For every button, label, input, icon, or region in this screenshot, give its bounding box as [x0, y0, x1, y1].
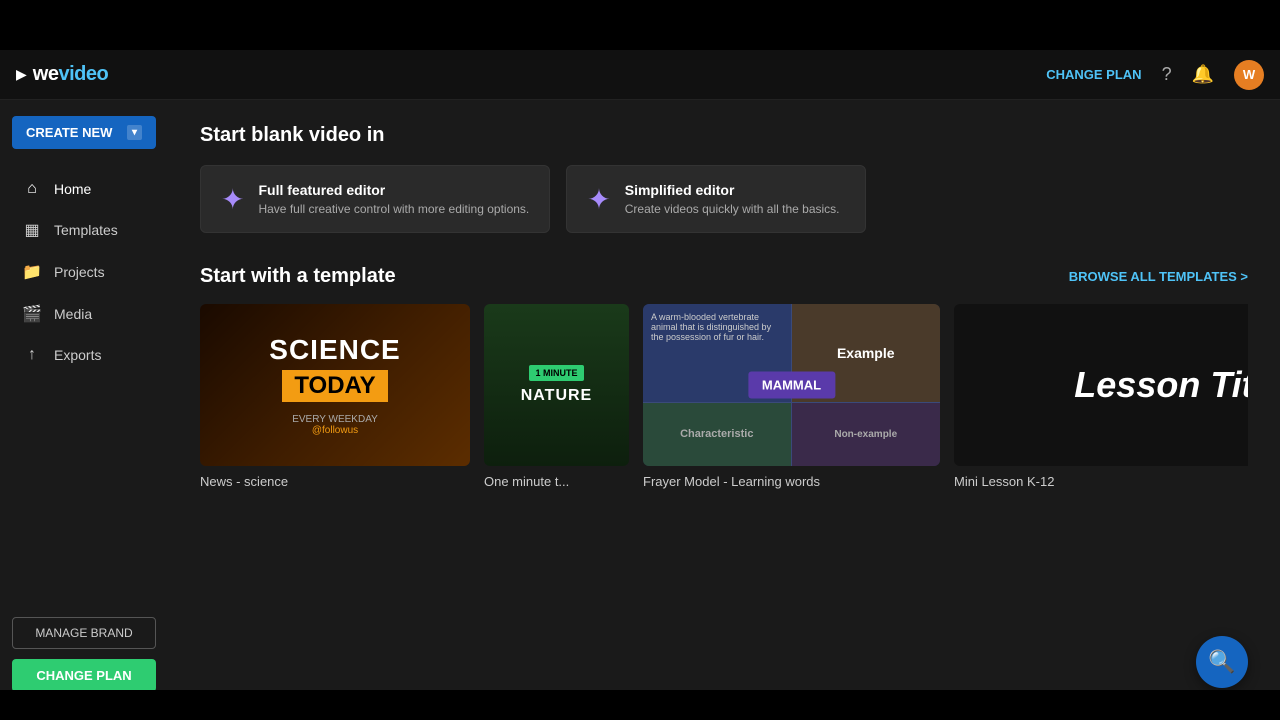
- change-plan-button[interactable]: CHANGE PLAN: [12, 659, 156, 692]
- template-label-mini-lesson: Mini Lesson K-12: [954, 474, 1248, 489]
- sidebar-top: CREATE NEW ▾ ⌂ Home ▦ Templates 📁 Projec…: [0, 116, 168, 375]
- full-editor-info: Full featured editor Have full creative …: [258, 182, 529, 216]
- header-right: CHANGE PLAN ? 🔔 W: [1046, 60, 1264, 90]
- frayer-thumbnail: A warm-blooded vertebrate animal that is…: [643, 304, 940, 466]
- templates-header: Start with a template BROWSE ALL TEMPLAT…: [200, 265, 1248, 288]
- frayer-characteristic: Characteristic: [643, 403, 792, 467]
- projects-icon: 📁: [22, 262, 42, 282]
- bell-icon[interactable]: 🔔: [1192, 64, 1214, 85]
- start-blank-title: Start blank video in: [200, 124, 1248, 147]
- simplified-editor-title: Simplified editor: [625, 182, 840, 198]
- news-today-text: TODAY: [282, 370, 387, 402]
- nature-text: NATURE: [521, 387, 592, 405]
- create-new-button[interactable]: CREATE NEW ▾: [12, 116, 156, 149]
- templates-icon: ▦: [22, 220, 42, 240]
- header-change-plan-link[interactable]: CHANGE PLAN: [1046, 67, 1141, 82]
- sidebar-item-home-label: Home: [54, 181, 91, 197]
- full-editor-icon: ✦: [221, 183, 244, 216]
- sidebar: CREATE NEW ▾ ⌂ Home ▦ Templates 📁 Projec…: [0, 100, 168, 720]
- lesson-thumbnail: Lesson Title: [954, 304, 1248, 466]
- exports-icon: ↑: [22, 346, 42, 364]
- template-card-mini-lesson[interactable]: Lesson Title Mini Lesson K-12: [954, 304, 1248, 489]
- full-editor-title: Full featured editor: [258, 182, 529, 198]
- main-content: Start blank video in ✦ Full featured edi…: [168, 100, 1280, 720]
- header: ▶ wevideo CHANGE PLAN ? 🔔 W: [0, 50, 1280, 100]
- template-label-frayer: Frayer Model - Learning words: [643, 474, 940, 489]
- sidebar-item-exports-label: Exports: [54, 347, 101, 363]
- home-icon: ⌂: [22, 180, 42, 198]
- sidebar-item-media[interactable]: 🎬 Media: [6, 294, 162, 334]
- template-thumb-mini-lesson: Lesson Title: [954, 304, 1248, 466]
- templates-grid: SCIENCE TODAY EVERY WEEKDAY @followus Ne…: [200, 304, 1248, 489]
- chevron-down-icon: ▾: [127, 125, 142, 140]
- sidebar-item-templates-label: Templates: [54, 222, 118, 238]
- full-editor-description: Have full creative control with more edi…: [258, 202, 529, 216]
- layout: CREATE NEW ▾ ⌂ Home ▦ Templates 📁 Projec…: [0, 100, 1280, 720]
- news-every-text: EVERY WEEKDAY: [292, 414, 378, 425]
- template-thumb-frayer: A warm-blooded vertebrate animal that is…: [643, 304, 940, 466]
- start-template-title: Start with a template: [200, 265, 396, 288]
- logo: ▶ wevideo: [16, 63, 108, 86]
- nature-thumbnail: 1 MINUTE NATURE: [484, 304, 629, 466]
- template-card-frayer[interactable]: A warm-blooded vertebrate animal that is…: [643, 304, 940, 489]
- avatar[interactable]: W: [1234, 60, 1264, 90]
- simplified-editor-card[interactable]: ✦ Simplified editor Create videos quickl…: [566, 165, 866, 233]
- top-bar: [0, 0, 1280, 50]
- lesson-title-text: Lesson Title: [1074, 364, 1248, 406]
- news-follow-text: @followus: [312, 425, 358, 436]
- bottom-bar: [0, 690, 1280, 720]
- logo-play-icon: ▶: [16, 66, 27, 83]
- full-featured-editor-card[interactable]: ✦ Full featured editor Have full creativ…: [200, 165, 550, 233]
- help-icon[interactable]: ?: [1162, 64, 1172, 85]
- template-label-news-science: News - science: [200, 474, 470, 489]
- simplified-editor-description: Create videos quickly with all the basic…: [625, 202, 840, 216]
- editor-options: ✦ Full featured editor Have full creativ…: [200, 165, 1248, 233]
- simplified-editor-info: Simplified editor Create videos quickly …: [625, 182, 840, 216]
- template-thumb-one-minute: 1 MINUTE NATURE: [484, 304, 629, 466]
- frayer-center-label: MAMMAL: [748, 372, 835, 399]
- template-card-one-minute[interactable]: 1 MINUTE NATURE One minute t...: [484, 304, 629, 489]
- browse-all-templates-link[interactable]: BROWSE ALL TEMPLATES >: [1069, 269, 1248, 284]
- news-science-thumbnail: SCIENCE TODAY EVERY WEEKDAY @followus: [200, 304, 470, 466]
- media-icon: 🎬: [22, 304, 42, 324]
- frayer-non-example: Non-example: [792, 403, 941, 467]
- template-card-news-science[interactable]: SCIENCE TODAY EVERY WEEKDAY @followus Ne…: [200, 304, 470, 489]
- sidebar-item-media-label: Media: [54, 306, 92, 322]
- search-icon: 🔍: [1208, 649, 1235, 675]
- search-fab-button[interactable]: 🔍: [1196, 636, 1248, 688]
- logo-text: wevideo: [33, 63, 108, 86]
- template-thumb-news-science: SCIENCE TODAY EVERY WEEKDAY @followus: [200, 304, 470, 466]
- sidebar-item-projects[interactable]: 📁 Projects: [6, 252, 162, 292]
- simplified-editor-icon: ✦: [587, 183, 610, 216]
- sidebar-item-exports[interactable]: ↑ Exports: [6, 336, 162, 374]
- manage-brand-button[interactable]: MANAGE BRAND: [12, 617, 156, 649]
- sidebar-item-projects-label: Projects: [54, 264, 105, 280]
- sidebar-item-templates[interactable]: ▦ Templates: [6, 210, 162, 250]
- nature-minute-badge: 1 MINUTE: [529, 365, 583, 381]
- sidebar-item-home[interactable]: ⌂ Home: [6, 170, 162, 208]
- create-new-label: CREATE NEW: [26, 125, 112, 140]
- template-label-one-minute: One minute t...: [484, 474, 629, 489]
- news-science-text: SCIENCE: [269, 334, 400, 366]
